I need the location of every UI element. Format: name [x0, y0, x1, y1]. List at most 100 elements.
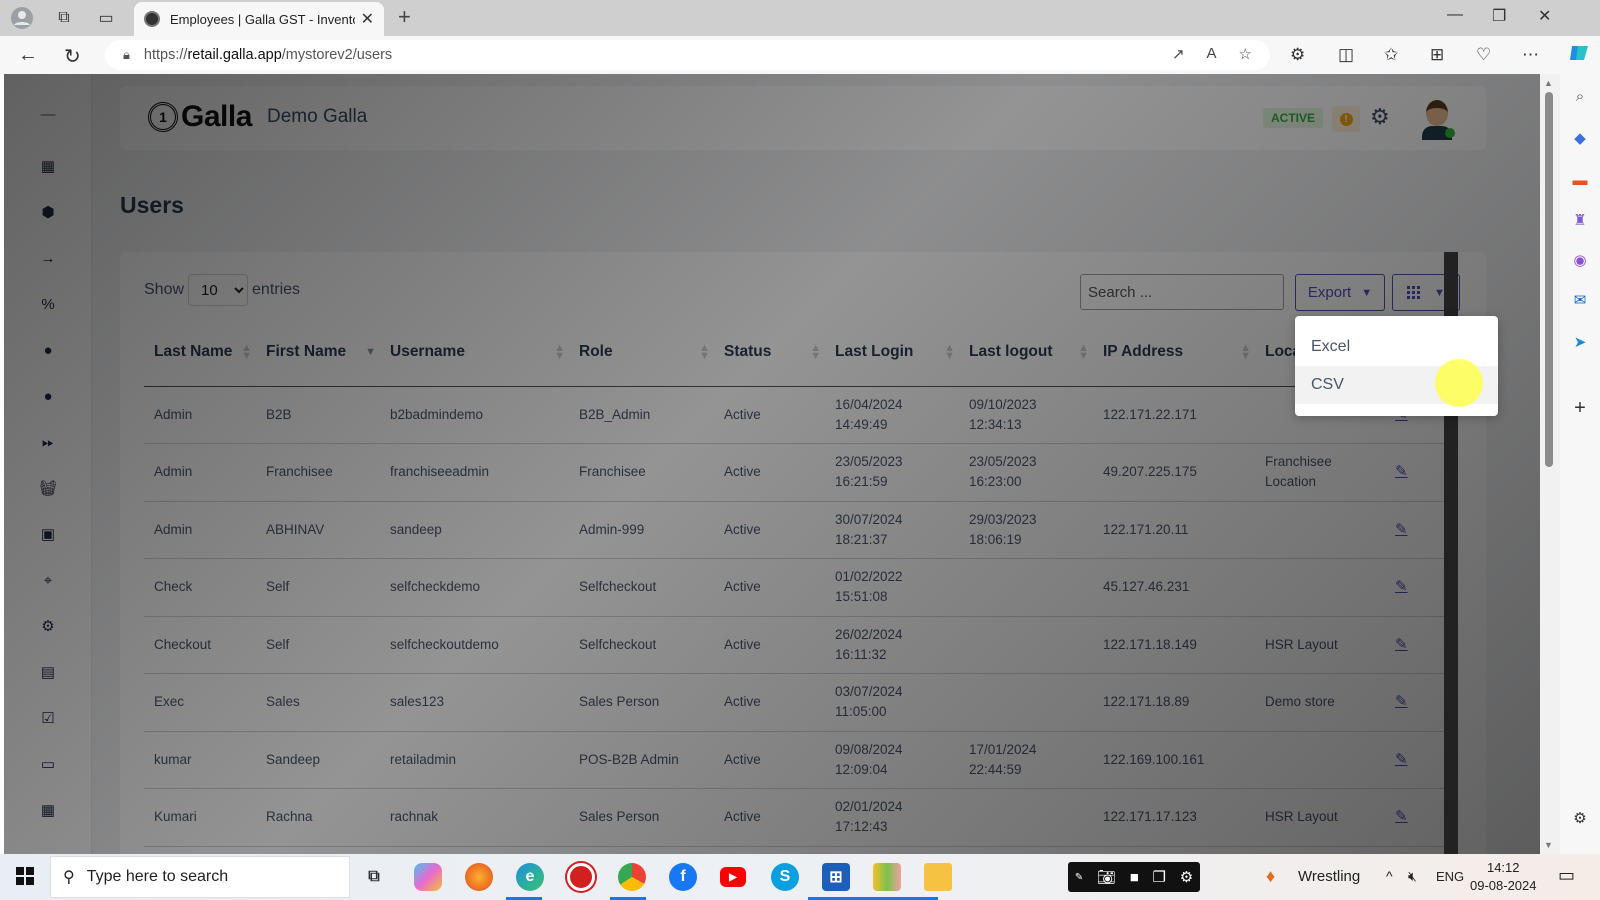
close-window-icon[interactable]: ✕ [1538, 6, 1551, 26]
collapse-icon[interactable]: — [38, 104, 58, 124]
col-status[interactable]: Status ▲ ▼ [714, 318, 825, 387]
read-aloud-icon[interactable]: A [1207, 45, 1217, 63]
edit-pencil-icon[interactable]: ✎ [1395, 751, 1408, 768]
language-indicator[interactable]: ENG [1436, 869, 1464, 884]
browser-essentials-icon[interactable]: ♡ [1476, 45, 1491, 65]
edit-pencil-icon[interactable]: ✎ [1395, 636, 1408, 653]
url-input[interactable]: 🔒︎ https://retail.galla.app/mystorev2/us… [105, 40, 1270, 70]
open-in-app-icon[interactable]: ↗ [1172, 45, 1185, 63]
taskbar-clock[interactable]: 14:12 09-08-2024 [1470, 859, 1537, 895]
edit-pencil-icon[interactable]: ✎ [1395, 578, 1408, 595]
favorite-star-icon[interactable]: ☆ [1239, 45, 1252, 63]
taskbar-search-input[interactable]: ⚲ Type here to search [50, 856, 350, 898]
more-options-icon[interactable]: ⋯ [1522, 45, 1539, 65]
weather-torch-icon[interactable]: ♦ [1266, 866, 1275, 887]
cash-icon[interactable]: ▭ [38, 754, 58, 774]
col-last-login[interactable]: Last Login ▲ ▼ [825, 318, 959, 387]
add-sidebar-app-icon[interactable]: + [1568, 396, 1592, 420]
customer-icon[interactable]: ● [38, 340, 58, 360]
sidebar-settings-icon[interactable]: ⚙ [1568, 806, 1592, 830]
restore-icon[interactable]: ❐ [1492, 6, 1506, 26]
products-box-icon[interactable]: ⬢ [38, 202, 58, 222]
profile-icon[interactable] [10, 6, 34, 30]
outlook-icon[interactable]: ✉ [1568, 288, 1592, 312]
col-username[interactable]: Username ▲ ▼ [380, 318, 569, 387]
export-button[interactable]: Export ▼ [1295, 274, 1385, 311]
settings-icon[interactable]: ⚙ [38, 616, 58, 636]
edit-pencil-icon[interactable]: ✎ [1395, 693, 1408, 710]
page-scrollbar[interactable]: ▲ ▼ [1540, 74, 1560, 854]
back-icon[interactable]: ← [18, 44, 38, 67]
tools-icon[interactable]: ▬ [1568, 168, 1592, 192]
shopping-tag-icon[interactable]: ◆ [1568, 126, 1592, 150]
facebook-icon[interactable]: f [669, 863, 697, 891]
basket-icon[interactable]: 🧺︎ [38, 478, 58, 498]
edit-pencil-icon[interactable]: ✎ [1395, 521, 1408, 538]
browser-tab-active[interactable]: Employees | Galla GST - Inventory ✕ [134, 2, 384, 36]
file-explorer-icon[interactable] [924, 863, 952, 891]
minimize-icon[interactable]: — [1447, 6, 1463, 24]
dashboard-icon[interactable]: ▦ [38, 156, 58, 176]
tab-close-icon[interactable]: ✕ [361, 9, 374, 29]
contacts-icon[interactable]: ▣ [38, 524, 58, 544]
pin-icon[interactable]: ✎ [1075, 872, 1083, 883]
page-size-select[interactable]: 10 [188, 274, 249, 306]
telegram-icon[interactable]: ➤ [1568, 330, 1592, 354]
youtube-icon[interactable]: ▶ [720, 867, 746, 887]
arrow-right-icon[interactable]: → [38, 248, 58, 268]
calendar-icon[interactable]: ▦ [38, 800, 58, 820]
coupon-icon[interactable]: % [38, 294, 58, 314]
alert-button[interactable]: ! [1332, 106, 1360, 132]
scroll-up-icon[interactable]: ▲ [1544, 78, 1553, 88]
fast-forward-icon[interactable]: ⏩︎ [38, 432, 58, 452]
copilot-icon[interactable] [1568, 42, 1590, 69]
notifications-icon[interactable]: ▭ [1558, 865, 1575, 886]
col-role[interactable]: Role ▲ ▼ [569, 318, 714, 387]
show-hidden-icons-icon[interactable]: ^ [1386, 868, 1393, 884]
galla-logo[interactable]: 1 Galla [148, 100, 252, 134]
microsoft365-icon[interactable]: ◉ [1568, 248, 1592, 272]
task-view-icon[interactable]: ⧉ [360, 863, 388, 891]
vertical-tabs-icon[interactable]: ▭ [94, 6, 118, 30]
avatar[interactable] [1420, 98, 1455, 140]
edit-pencil-icon[interactable]: ✎ [1395, 808, 1408, 825]
favorites-icon[interactable]: ✩ [1384, 45, 1398, 65]
extensions-icon[interactable]: ⚙ [1290, 45, 1305, 65]
col-last-logout[interactable]: Last logout ▲ ▼ [959, 318, 1093, 387]
search-input[interactable] [1080, 274, 1284, 310]
new-tab-button[interactable]: + [398, 4, 411, 30]
volume-muted-icon[interactable]: 🔇︎ [1408, 868, 1417, 885]
location-icon[interactable]: ⌖ [38, 570, 58, 590]
skype-icon[interactable]: S [771, 863, 799, 891]
app-icon[interactable] [873, 863, 901, 891]
firefox-icon[interactable] [465, 863, 493, 891]
recorder-icon[interactable] [567, 863, 595, 891]
report-icon[interactable]: ▤ [38, 662, 58, 682]
split-screen-icon[interactable]: ◫ [1338, 45, 1354, 65]
chrome-icon[interactable] [618, 863, 646, 891]
scrollbar-thumb[interactable] [1545, 92, 1553, 467]
user-icon[interactable]: ● [38, 386, 58, 406]
weather-label[interactable]: Wrestling [1298, 868, 1360, 885]
video-icon[interactable]: ■ [1130, 869, 1139, 886]
microsoft-store-icon[interactable]: ⊞ [822, 863, 850, 891]
capture-settings-icon[interactable]: ⚙ [1180, 868, 1193, 886]
col-last-name[interactable]: Last Name ▲ ▼ [144, 318, 256, 387]
checkbox-icon[interactable]: ☑ [38, 708, 58, 728]
games-icon[interactable]: ♜ [1568, 208, 1592, 232]
copilot-taskbar-icon[interactable] [414, 863, 442, 891]
windows-start-icon[interactable] [16, 867, 34, 885]
camera-icon[interactable]: 📷︎ [1097, 868, 1116, 886]
workspaces-icon[interactable]: ⧉ [52, 6, 76, 30]
cell-ip-address: 49.207.225.175 [1093, 443, 1255, 502]
copy-icon[interactable]: ❐ [1153, 868, 1166, 886]
collections-icon[interactable]: ⊞ [1430, 45, 1444, 65]
reload-icon[interactable]: ↻ [64, 44, 81, 69]
edit-pencil-icon[interactable]: ✎ [1395, 463, 1408, 480]
settings-gear-icon[interactable]: ⚙ [1370, 104, 1390, 130]
col-first-name[interactable]: First Name ▼ [256, 318, 380, 387]
edge-icon[interactable]: e [516, 863, 544, 891]
scroll-down-icon[interactable]: ▼ [1544, 840, 1553, 850]
edge-search-icon[interactable]: ⌕ [1568, 84, 1592, 108]
col-ip-address[interactable]: IP Address ▲ ▼ [1093, 318, 1255, 387]
